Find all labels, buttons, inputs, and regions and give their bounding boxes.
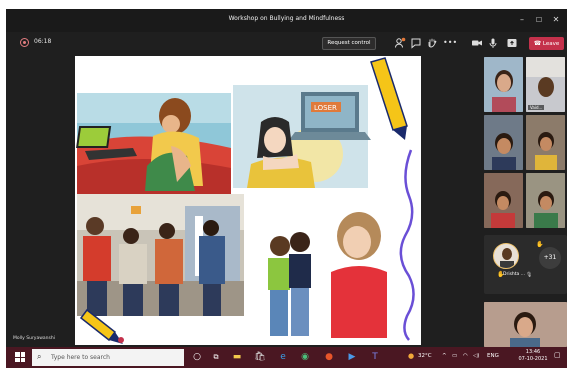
participants-icon[interactable] xyxy=(394,37,406,49)
chevron-up-icon[interactable]: ^ xyxy=(442,353,447,359)
maximize-icon[interactable]: ☐ xyxy=(532,13,546,27)
edge-icon[interactable]: e xyxy=(276,350,290,364)
file-explorer-icon[interactable]: ▬ xyxy=(230,350,244,364)
participant-tile[interactable] xyxy=(526,115,565,170)
media-icon[interactable]: ▶ xyxy=(345,350,359,364)
participant-name: Vaid... xyxy=(528,105,545,110)
cortana-icon[interactable]: ○ xyxy=(190,350,204,364)
muted-mic-icon: 🎙 xyxy=(526,272,533,278)
pencil-top-right-illustration xyxy=(370,57,408,140)
participant-tile[interactable] xyxy=(484,302,567,347)
weather-icon: ● xyxy=(408,352,415,360)
taskbar-search-box[interactable]: ⌕ Type here to search xyxy=(32,349,184,366)
window-title: Workshop on Bullying and Mindfulness xyxy=(228,15,345,22)
shared-screen-area: LOSER Molly Suryawanshi xyxy=(6,54,484,347)
recording-icon xyxy=(20,38,29,47)
windows-taskbar: ⌕ Type here to search ○ ⧉ ▬ 🛍 e ◉ ● ▶ T … xyxy=(6,347,567,368)
raise-hand-icon[interactable] xyxy=(426,37,438,49)
weather-temp: 32°C xyxy=(418,353,432,359)
search-placeholder: Type here to search xyxy=(51,354,110,361)
school-hallway-photo xyxy=(77,194,244,316)
search-icon: ⌕ xyxy=(37,352,42,361)
leave-button[interactable]: ☎ Leave xyxy=(529,37,564,50)
participant-tile[interactable]: Vaid... xyxy=(526,57,565,112)
purple-wavy-line xyxy=(399,149,415,341)
more-participants-button[interactable]: +31 xyxy=(539,247,561,269)
participant-gallery: Vaid... ✋ Drishta ... 🎙 ✋ +31 xyxy=(484,54,567,347)
store-icon[interactable]: 🛍 xyxy=(253,350,267,364)
meeting-timer: 06:18 xyxy=(34,38,52,45)
avatar[interactable] xyxy=(493,243,519,269)
volume-icon[interactable]: ◁) xyxy=(473,353,479,359)
presentation-slide: LOSER xyxy=(75,56,421,345)
avatar-name: Drishta ... xyxy=(503,272,526,277)
teams-icon[interactable]: T xyxy=(368,350,382,364)
request-control-button[interactable]: Request control xyxy=(322,37,376,50)
participant-tile[interactable] xyxy=(484,173,523,228)
wifi-icon[interactable]: ◠ xyxy=(463,353,468,359)
minimize-icon[interactable]: – xyxy=(515,13,529,27)
participant-tile[interactable] xyxy=(526,173,565,228)
leave-label: Leave xyxy=(542,41,560,47)
language-indicator[interactable]: ENG xyxy=(487,353,499,359)
mic-icon[interactable] xyxy=(487,37,499,49)
participant-tile[interactable] xyxy=(484,57,523,112)
chrome-icon[interactable]: ◉ xyxy=(298,350,312,364)
close-icon[interactable]: ✕ xyxy=(549,13,563,27)
title-bar: Workshop on Bullying and Mindfulness – ☐… xyxy=(6,9,567,32)
girl-with-laptop-illustration: LOSER xyxy=(233,85,371,188)
windows-start-icon[interactable] xyxy=(15,352,25,362)
meeting-toolbar: 06:18 Request control ••• ☎ Leave xyxy=(6,32,567,54)
phone-icon: ☎ xyxy=(533,40,542,47)
more-icon[interactable]: ••• xyxy=(443,37,457,49)
svg-text:LOSER: LOSER xyxy=(314,104,337,112)
girls-whispering-photo xyxy=(268,212,387,338)
taskbar-clock[interactable]: 13:46 07-10-2021 xyxy=(518,349,548,363)
notifications-icon[interactable]: ▢ xyxy=(554,351,561,359)
presenter-name: Molly Suryawanshi xyxy=(13,336,55,341)
participant-tile[interactable] xyxy=(484,115,523,170)
teams-meeting-window: Workshop on Bullying and Mindfulness – ☐… xyxy=(6,9,567,368)
girl-on-bed-illustration xyxy=(76,93,231,194)
raise-hand-icon: ✋ xyxy=(536,241,544,248)
firefox-icon[interactable]: ● xyxy=(322,350,336,364)
slide-illustrations: LOSER xyxy=(76,57,415,344)
share-icon[interactable] xyxy=(506,37,518,49)
task-view-icon[interactable]: ⧉ xyxy=(209,350,223,364)
clock-time: 13:46 xyxy=(525,349,541,355)
clock-date: 07-10-2021 xyxy=(518,356,548,362)
camera-icon[interactable] xyxy=(471,37,483,49)
chat-icon[interactable] xyxy=(410,37,422,49)
avatar-overflow-row: ✋ Drishta ... 🎙 ✋ +31 xyxy=(484,235,567,294)
battery-icon[interactable]: ▭ xyxy=(452,353,457,359)
